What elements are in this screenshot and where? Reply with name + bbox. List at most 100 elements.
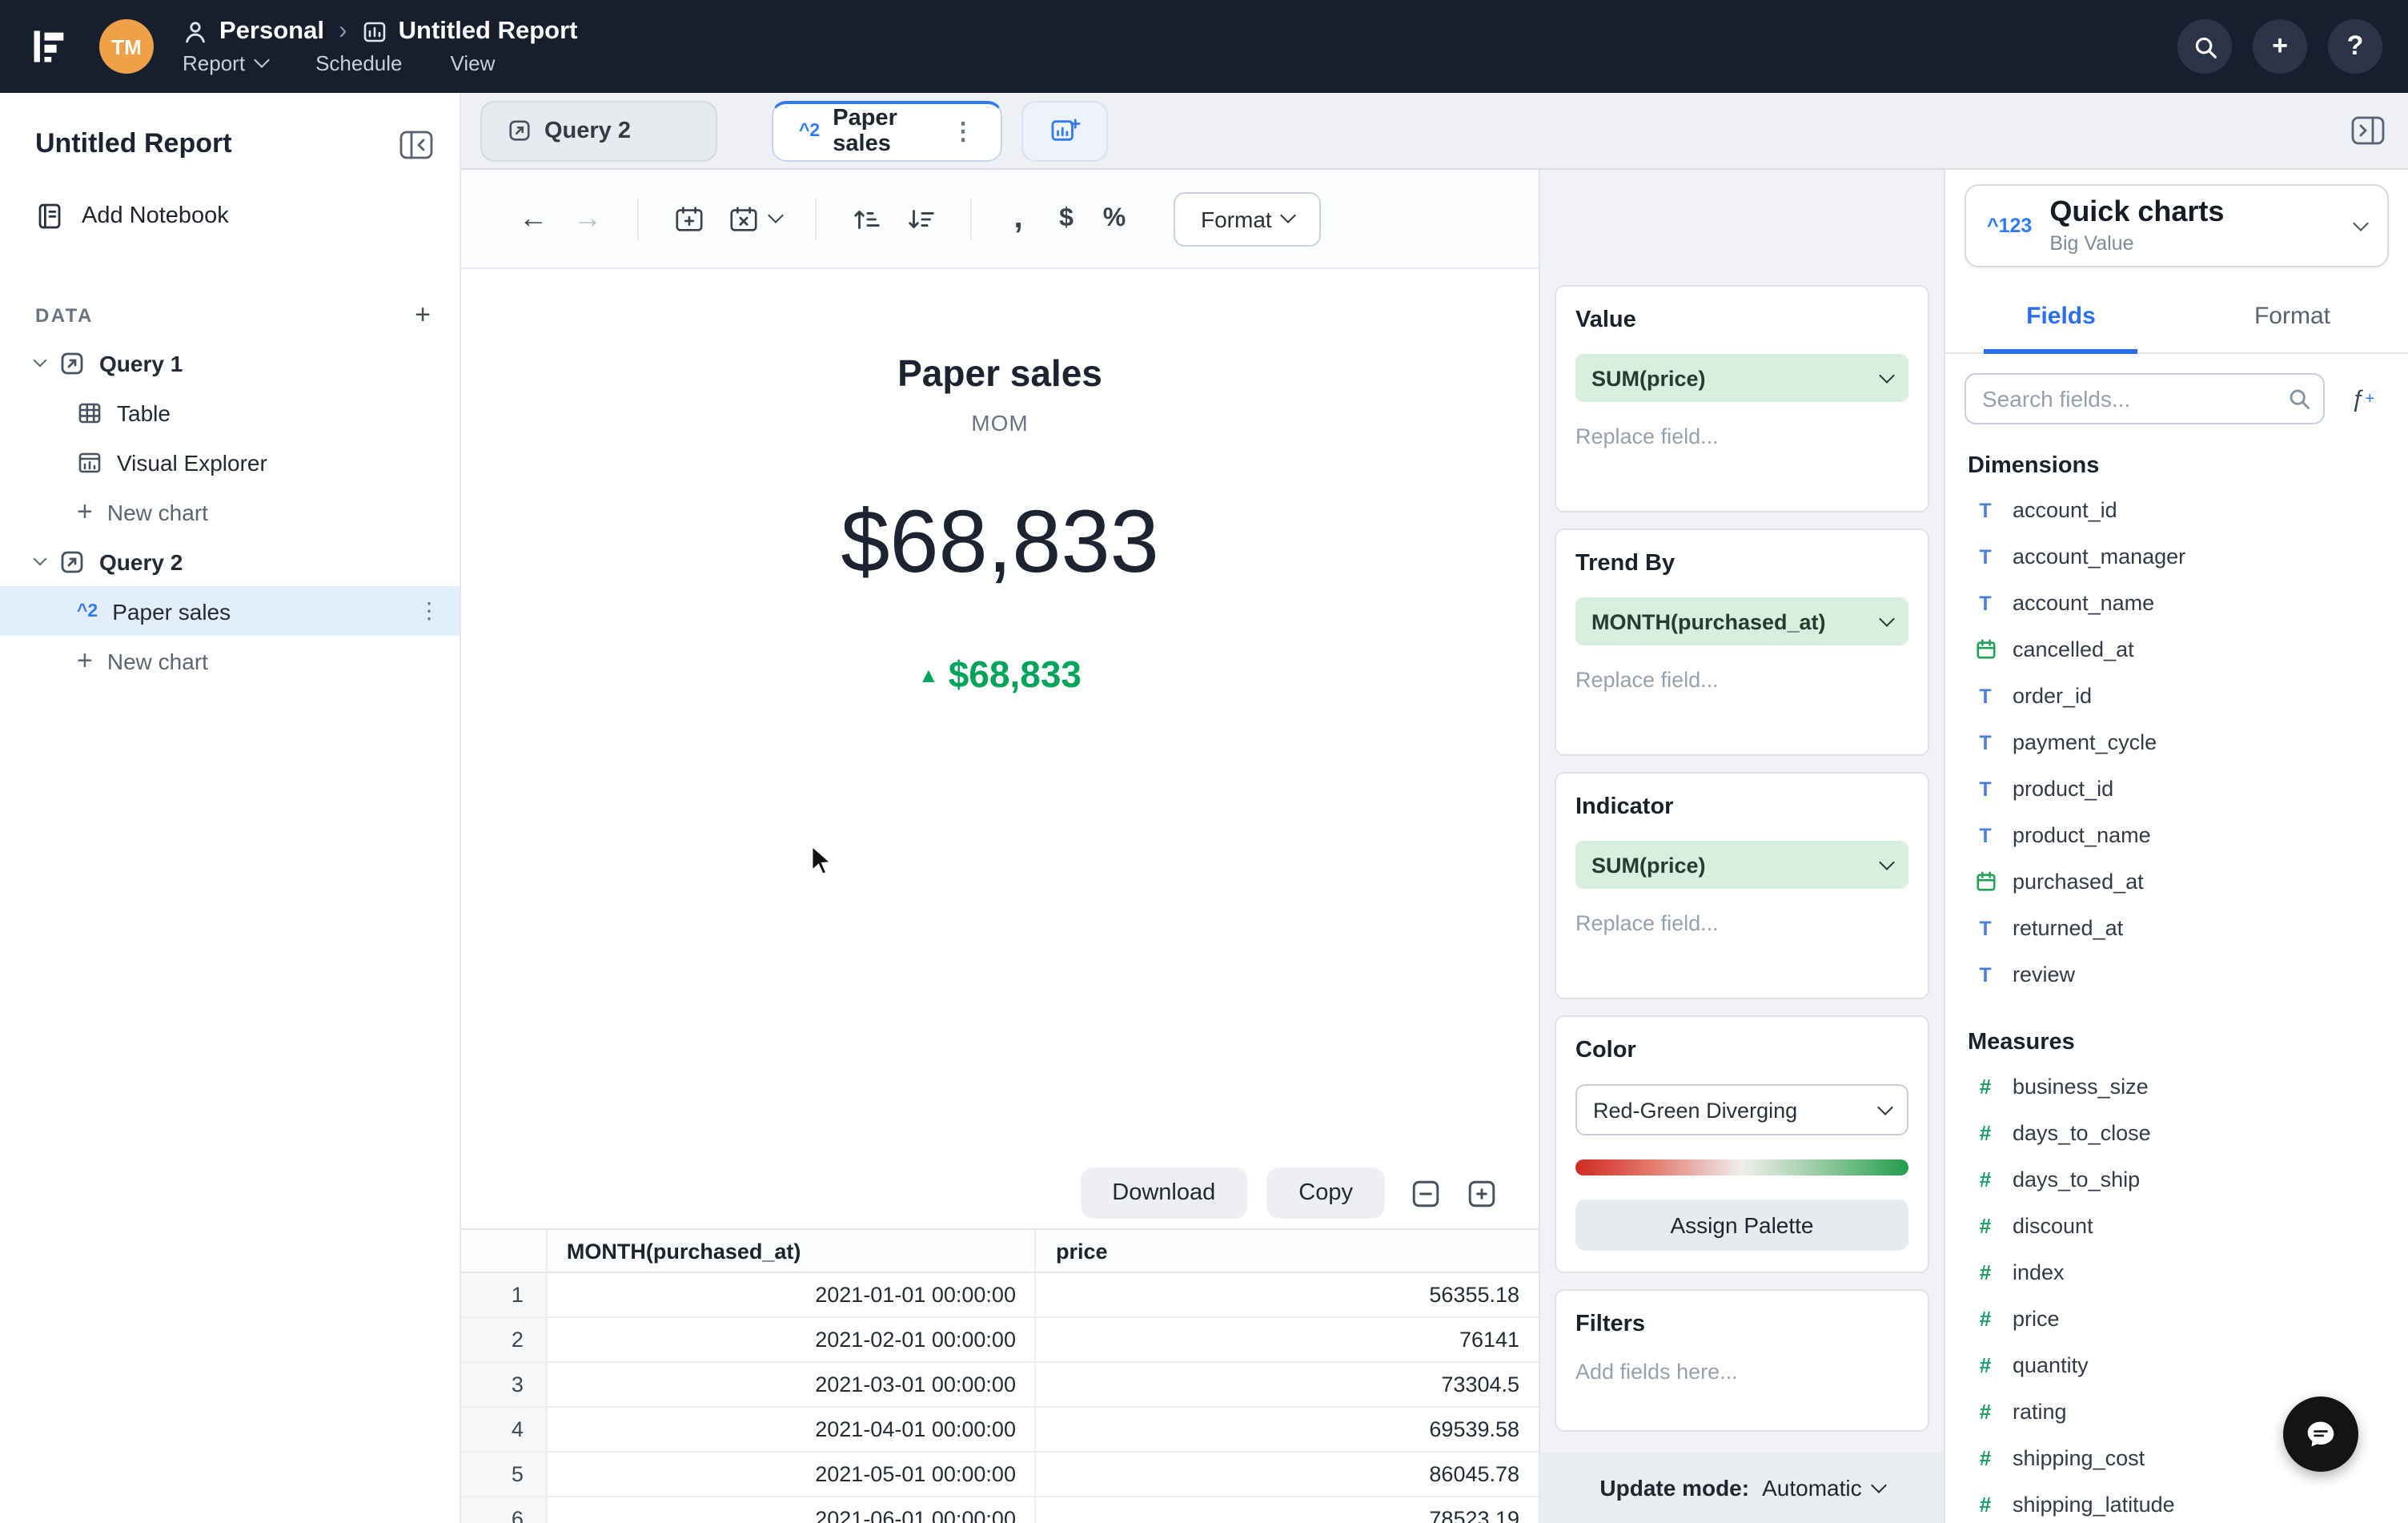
dimension-item[interactable]: T account_manager [1945, 533, 2408, 580]
chevron-down-icon [1870, 1477, 1887, 1493]
report-title[interactable]: Untitled Report [399, 18, 578, 46]
dimension-item[interactable]: purchased_at [1945, 858, 2408, 905]
dimension-item[interactable]: T returned_at [1945, 905, 2408, 951]
kebab-menu-icon[interactable]: ⋮ [951, 117, 975, 146]
result-table: MONTH(purchased_at) price 1 2021-01-01 0… [461, 1228, 1539, 1523]
add-button[interactable]: + [2253, 19, 2307, 74]
fields-format-tabs: Fields Format [1945, 280, 2408, 354]
measure-item[interactable]: # days_to_ship [1945, 1156, 2408, 1203]
sidebar-item-table[interactable]: Table [0, 388, 460, 437]
collapse-table-button[interactable] [1411, 1178, 1441, 1208]
sidebar-item-query1[interactable]: Query 1 [0, 338, 460, 388]
chart-toolbar: ← → , $ % Format [461, 170, 1539, 269]
update-mode-select[interactable]: Automatic [1762, 1475, 1887, 1501]
search-button[interactable] [2177, 19, 2232, 74]
filters-dropzone[interactable]: Add fields here... [1575, 1360, 1908, 1409]
tab-query2[interactable]: Query 2 [480, 100, 717, 161]
dimension-item[interactable]: T product_name [1945, 812, 2408, 858]
text-type-icon: T [1979, 731, 1992, 753]
chevron-down-icon[interactable] [33, 551, 47, 565]
sidebar-item-new-chart-query2[interactable]: + New chart [0, 636, 460, 685]
trend-by-field-pill[interactable]: MONTH(purchased_at) [1575, 597, 1908, 645]
text-type-icon: T [1979, 545, 1992, 568]
mode-logo[interactable] [22, 19, 77, 74]
measure-item[interactable]: # shipping_latitude [1945, 1481, 2408, 1523]
menu-view[interactable]: View [451, 51, 496, 75]
add-date-column-button[interactable] [661, 191, 716, 246]
expand-panel-button[interactable] [2350, 115, 2386, 146]
add-formula-button[interactable]: ƒ + [2338, 373, 2389, 424]
search-fields-input[interactable] [1965, 373, 2325, 424]
date-type-icon [1974, 871, 1997, 892]
tab-fields[interactable]: Fields [1945, 280, 2177, 352]
chart-type-selector[interactable]: ^123 Quick charts Big Value [1965, 184, 2389, 267]
thousands-separator-button[interactable]: , [994, 200, 1042, 237]
redo-button[interactable]: → [560, 191, 615, 246]
workspace-name[interactable]: Personal [219, 18, 324, 46]
chevron-down-icon [767, 207, 783, 223]
main-area: Query 2 ^2 Paper sales ⋮ ← → , $ % Forma… [461, 93, 2408, 1523]
color-palette-select[interactable]: Red-Green Diverging [1575, 1084, 1908, 1135]
number-type-icon: # [1979, 1075, 1992, 1099]
user-avatar[interactable]: TM [99, 19, 154, 74]
report-icon [362, 19, 387, 45]
sidebar-item-new-chart-query1[interactable]: + New chart [0, 487, 460, 536]
kebab-menu-icon[interactable]: ⋮ [418, 597, 440, 625]
indicator-replace-dropzone[interactable]: Replace field... [1575, 911, 1908, 977]
tab-format[interactable]: Format [2177, 280, 2408, 352]
chat-support-button[interactable] [2283, 1396, 2358, 1472]
measure-item[interactable]: # days_to_close [1945, 1110, 2408, 1156]
dimension-item[interactable]: T review [1945, 951, 2408, 998]
column-header-price[interactable]: price [1036, 1230, 1539, 1272]
chevron-down-icon [254, 52, 270, 68]
download-button[interactable]: Download [1080, 1167, 1248, 1219]
help-button[interactable]: ? [2328, 19, 2382, 74]
dimension-item[interactable]: T account_id [1945, 487, 2408, 533]
measure-item[interactable]: # business_size [1945, 1063, 2408, 1110]
collapse-sidebar-button[interactable] [399, 129, 434, 159]
month-cell: 2021-02-01 00:00:00 [548, 1318, 1037, 1361]
add-data-button[interactable]: + [415, 301, 431, 328]
chart-config-pane: Value SUM(price) Replace field... Trend … [1540, 170, 1944, 1523]
copy-button[interactable]: Copy [1266, 1167, 1385, 1219]
measure-item[interactable]: # price [1945, 1296, 2408, 1342]
menu-report[interactable]: Report [183, 51, 270, 75]
indicator-field-pill[interactable]: SUM(price) [1575, 841, 1908, 889]
plus-icon: + [77, 645, 93, 676]
column-header-month[interactable]: MONTH(purchased_at) [547, 1230, 1037, 1272]
measure-item[interactable]: # index [1945, 1249, 2408, 1296]
chevron-down-icon[interactable] [33, 352, 47, 367]
measure-item[interactable]: # quantity [1945, 1342, 2408, 1388]
sort-ascending-button[interactable] [839, 191, 893, 246]
add-notebook-button[interactable]: Add Notebook [0, 189, 460, 243]
remove-date-column-button[interactable] [716, 191, 793, 246]
dimension-item[interactable]: T product_id [1945, 766, 2408, 812]
quick-charts-subtitle: Big Value [2049, 232, 2134, 255]
assign-palette-button[interactable]: Assign Palette [1575, 1200, 1908, 1251]
expand-table-button[interactable] [1467, 1178, 1497, 1208]
sidebar-item-paper-sales[interactable]: ^2 Paper sales ⋮ [0, 586, 460, 636]
chevron-down-icon [1280, 207, 1297, 223]
sidebar-item-query2[interactable]: Query 2 [0, 536, 460, 586]
dimension-item[interactable]: cancelled_at [1945, 626, 2408, 673]
new-chart-tab-button[interactable] [1021, 100, 1108, 161]
row-index: 3 [461, 1363, 548, 1406]
value-field-pill[interactable]: SUM(price) [1575, 354, 1908, 402]
value-replace-dropzone[interactable]: Replace field... [1575, 424, 1908, 490]
undo-button[interactable]: ← [506, 191, 560, 246]
currency-format-button[interactable]: $ [1042, 204, 1090, 233]
chevron-down-icon [1879, 854, 1895, 870]
tab-paper-sales[interactable]: ^2 Paper sales ⋮ [772, 100, 1002, 161]
trend-by-replace-dropzone[interactable]: Replace field... [1575, 668, 1908, 733]
table-icon [78, 402, 101, 423]
sort-descending-button[interactable] [893, 191, 948, 246]
dimension-item[interactable]: T account_name [1945, 580, 2408, 626]
dimension-item[interactable]: T order_id [1945, 673, 2408, 719]
sidebar-item-visual-explorer[interactable]: Visual Explorer [0, 437, 460, 487]
big-value-chart: Paper sales MOM $68,833 ▲ $68,833 [461, 269, 1539, 1158]
percent-format-button[interactable]: % [1090, 204, 1138, 233]
menu-schedule[interactable]: Schedule [315, 51, 402, 75]
dimension-item[interactable]: T payment_cycle [1945, 719, 2408, 766]
measure-item[interactable]: # discount [1945, 1203, 2408, 1249]
format-button[interactable]: Format [1174, 191, 1322, 246]
